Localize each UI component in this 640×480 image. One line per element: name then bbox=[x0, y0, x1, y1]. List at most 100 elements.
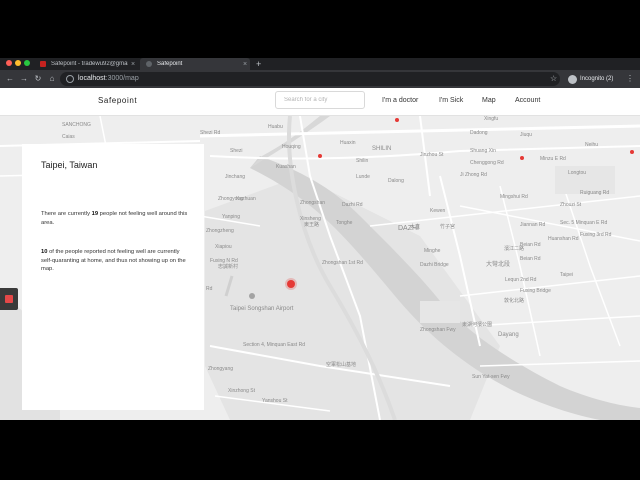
map-label: Yanping bbox=[222, 214, 240, 220]
sick-count-text: There are currently 19 people not feelin… bbox=[41, 211, 188, 226]
map-label: Zhongshan Fwy bbox=[420, 327, 456, 333]
more-menu-icon[interactable]: ⋮ bbox=[626, 73, 634, 85]
map-label: Sec. 5 Minquan E Rd bbox=[560, 220, 607, 226]
map-label: Shilin bbox=[356, 158, 368, 164]
map-label: Jinzhou St bbox=[420, 152, 444, 158]
side-toggle-button[interactable] bbox=[0, 288, 18, 310]
map-label: Minghe bbox=[424, 248, 441, 254]
nav-link-map[interactable]: Map bbox=[482, 88, 496, 114]
map-label: Huanshan Rd bbox=[548, 236, 579, 242]
nav-link-account[interactable]: Account bbox=[515, 88, 540, 114]
forward-arrow-icon[interactable]: → bbox=[18, 73, 30, 85]
map-label: Minzu E Rd bbox=[540, 156, 566, 162]
app-navbar: Safepoint I'm a doctor I'm Sick Map Acco… bbox=[0, 88, 640, 116]
map-label: Kewen bbox=[430, 208, 446, 214]
map-label: 大直 bbox=[410, 223, 420, 230]
tab-strip: Safepoint - tradewu92@gmail... × Safepoi… bbox=[0, 58, 640, 70]
map-label: Ruiguang Rd bbox=[580, 190, 609, 196]
map-label: Fuxing Bridge bbox=[520, 288, 551, 294]
map-label: SHILIN bbox=[372, 146, 391, 152]
map-label: Zhongshan bbox=[300, 200, 325, 206]
sick-report-dot[interactable] bbox=[318, 154, 322, 158]
map-label: Lunde bbox=[356, 174, 370, 180]
map-label: Zhongzheng bbox=[206, 228, 234, 234]
airport-icon bbox=[249, 293, 255, 299]
sick-report-dot[interactable] bbox=[395, 118, 399, 122]
app: Safepoint I'm a doctor I'm Sick Map Acco… bbox=[0, 88, 640, 420]
map-label: Jiannan Rd bbox=[520, 222, 546, 228]
map-label: Rd bbox=[206, 286, 213, 292]
map-label: Taipei bbox=[560, 272, 573, 278]
browser-toolbar: ← → ↻ ⌂ localhost:3000/map ☆ Incognito (… bbox=[0, 70, 640, 88]
map-label: Houqing bbox=[282, 144, 301, 150]
profile-label: Incognito (2) bbox=[580, 76, 614, 82]
map-label: Jinchang bbox=[225, 174, 245, 180]
new-tab-button[interactable]: + bbox=[256, 58, 261, 70]
nav-link-sick[interactable]: I'm Sick bbox=[439, 88, 463, 114]
tab-close-icon[interactable]: × bbox=[128, 61, 138, 68]
map-label: Xinzhong St bbox=[228, 388, 256, 394]
city-title: Taipei, Taiwan bbox=[41, 160, 98, 170]
map-label: Caias bbox=[62, 134, 75, 140]
map-label: Taipei Songshan Airport bbox=[230, 306, 294, 312]
map-label: Longtou bbox=[568, 170, 586, 176]
map-label: 敦化北路 bbox=[504, 297, 524, 304]
map-label: Yanshou St bbox=[262, 398, 288, 404]
sick-report-dot[interactable] bbox=[520, 156, 524, 160]
map-label: Dayang bbox=[498, 332, 519, 338]
record-icon bbox=[5, 295, 13, 303]
browser-chrome: Safepoint - tradewu92@gmail... × Safepoi… bbox=[0, 58, 640, 88]
sick-report-dot[interactable] bbox=[630, 150, 634, 154]
map-label: Chenggong Rd bbox=[470, 160, 504, 166]
map-label: Kezhuan bbox=[236, 196, 256, 202]
map-label: Lequn 2nd Rd bbox=[505, 277, 537, 283]
map-label: Zhongshan 1st Rd bbox=[322, 260, 363, 266]
map-label: Huabu bbox=[268, 124, 283, 130]
home-icon[interactable]: ⌂ bbox=[46, 73, 58, 85]
map-label: 東湖河濱公園 bbox=[462, 321, 492, 328]
map-label: Dadong bbox=[470, 130, 488, 136]
tab-close-icon[interactable]: × bbox=[240, 61, 250, 68]
map-label: 濱江二路 bbox=[504, 245, 524, 252]
map-label: 東王路 bbox=[304, 221, 319, 228]
globe-icon bbox=[146, 61, 152, 67]
info-icon bbox=[66, 75, 74, 83]
map-label: SANCHONG bbox=[62, 122, 91, 128]
bookmark-star-icon[interactable]: ☆ bbox=[550, 73, 557, 85]
browser-tab-safepoint[interactable]: Safepoint × bbox=[140, 58, 250, 70]
map-label: Dazhi Bridge bbox=[420, 262, 449, 268]
map-label: Dazhi Rd bbox=[342, 202, 363, 208]
map-label: Jiuqu bbox=[520, 132, 532, 138]
map-label: Tonghe bbox=[336, 220, 353, 226]
tab-title: Safepoint bbox=[157, 61, 183, 67]
quarantine-text: 10 of the people reported not feeling we… bbox=[41, 249, 186, 272]
back-arrow-icon[interactable]: ← bbox=[4, 73, 16, 85]
map-label: Dalong bbox=[388, 178, 404, 184]
incognito-profile-button[interactable]: Incognito (2) bbox=[568, 73, 613, 85]
map-label: Fuxing 3rd Rd bbox=[580, 232, 612, 238]
map-label: 忠誠新村 bbox=[218, 263, 238, 270]
map-label: Shezi Rd bbox=[200, 130, 221, 136]
map-label: Ji Zhong Rd bbox=[460, 172, 487, 178]
maximize-window-button[interactable] bbox=[24, 60, 30, 66]
brand-logo[interactable]: Safepoint bbox=[98, 88, 137, 114]
city-info-panel: Taipei, Taiwan There are currently 19 pe… bbox=[22, 144, 204, 410]
reload-icon[interactable]: ↻ bbox=[32, 73, 44, 85]
map-label: Shezi bbox=[230, 148, 243, 154]
browser-tab-gmail[interactable]: Safepoint - tradewu92@gmail... × bbox=[34, 58, 138, 70]
map-label: Beian Rd bbox=[520, 256, 541, 262]
address-bar[interactable]: localhost:3000/map bbox=[60, 72, 560, 86]
sick-report-marker[interactable] bbox=[287, 280, 295, 288]
close-window-button[interactable] bbox=[6, 60, 12, 66]
map-label: Zhouzi St bbox=[560, 202, 582, 208]
screen: Safepoint - tradewu92@gmail... × Safepoi… bbox=[0, 0, 640, 480]
map-label: Zhongyang bbox=[208, 366, 233, 372]
park-area bbox=[420, 301, 460, 323]
nav-link-doctor[interactable]: I'm a doctor bbox=[382, 88, 418, 114]
minimize-window-button[interactable] bbox=[15, 60, 21, 66]
map-label: Neihu bbox=[585, 142, 598, 148]
map-label: Huaxin bbox=[340, 140, 356, 146]
map-label: Mingshui Rd bbox=[500, 194, 528, 200]
map-label: Xingfu bbox=[484, 116, 498, 122]
city-search-input[interactable] bbox=[275, 91, 365, 109]
